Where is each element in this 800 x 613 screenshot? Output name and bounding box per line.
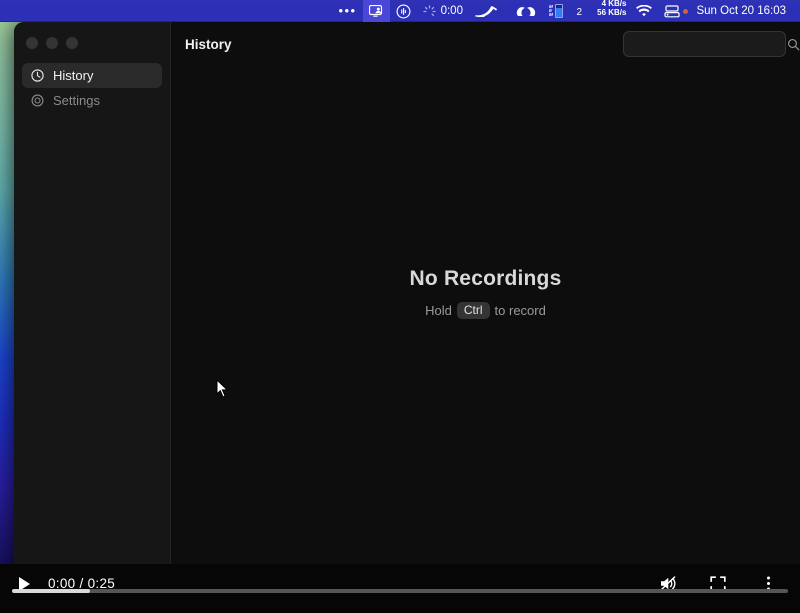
timer-indicator[interactable]: 0:00 (417, 0, 469, 22)
sidebar-item-history[interactable]: History (22, 63, 162, 88)
mem-bar (555, 4, 564, 18)
mem-label: MEM (548, 3, 554, 18)
network-up-speed: 56 KB/s (597, 7, 627, 17)
sidebar-nav-list: History Settings (14, 63, 170, 113)
player-progress-bar[interactable] (12, 589, 788, 593)
svg-text:2: 2 (577, 7, 583, 18)
hint-prefix: Hold (425, 303, 452, 318)
audio-level-icon[interactable] (390, 0, 417, 22)
sidebar-item-settings[interactable]: Settings (22, 88, 162, 113)
empty-state-hint: Hold Ctrl to record (425, 302, 546, 319)
clock-icon (30, 69, 44, 83)
empty-state: No Recordings Hold Ctrl to record (171, 44, 800, 542)
player-controls: 0:00 / 0:25 (0, 564, 800, 603)
process-count-indicator[interactable]: 2 (569, 0, 593, 22)
player-progress-fill (12, 589, 90, 593)
zoom-button[interactable] (66, 37, 78, 49)
hint-suffix: to record (494, 303, 546, 318)
close-button[interactable] (26, 37, 38, 49)
sidebar-item-label: Settings (53, 93, 100, 108)
app-body: History Settings History No Recordings H… (14, 22, 800, 564)
gear-icon (30, 94, 44, 108)
memory-gauge-icon[interactable]: MEM (543, 0, 569, 22)
sidebar: History Settings (14, 22, 171, 564)
clock-text: Sun Oct 20 16:03 (696, 5, 786, 17)
ctrl-keycap: Ctrl (456, 302, 490, 319)
control-center-dots-icon[interactable]: ••• (332, 0, 362, 22)
sidebar-item-label: History (53, 68, 94, 83)
video-player-bar: 0:00 / 0:25 (0, 564, 800, 613)
screen-share-icon[interactable] (362, 0, 390, 22)
display-mirroring-icon[interactable] (658, 0, 694, 22)
cloud-icon[interactable] (509, 0, 543, 22)
minimize-button[interactable] (46, 37, 58, 49)
empty-state-title: No Recordings (409, 267, 562, 290)
wifi-icon[interactable] (630, 0, 658, 22)
display-status-dot (683, 8, 689, 14)
app-window: History Settings History No Recordings H… (14, 22, 800, 613)
timer-value: 0:00 (440, 5, 463, 17)
menubar-clock[interactable]: Sun Oct 20 16:03 (694, 0, 792, 22)
stretch-figure-icon[interactable] (469, 0, 509, 22)
network-speed-indicator[interactable]: 4 KB/s 56 KB/s (593, 0, 630, 22)
window-traffic-lights (14, 28, 170, 49)
content-area: History No Recordings Hold Ctrl to recor… (171, 22, 800, 564)
ellipsis-icon-glyph: ••• (338, 3, 357, 18)
macos-menu-bar: ••• 0:00 M E M 2 4 KB/s 56 KB/s Sun Oct … (0, 0, 800, 22)
